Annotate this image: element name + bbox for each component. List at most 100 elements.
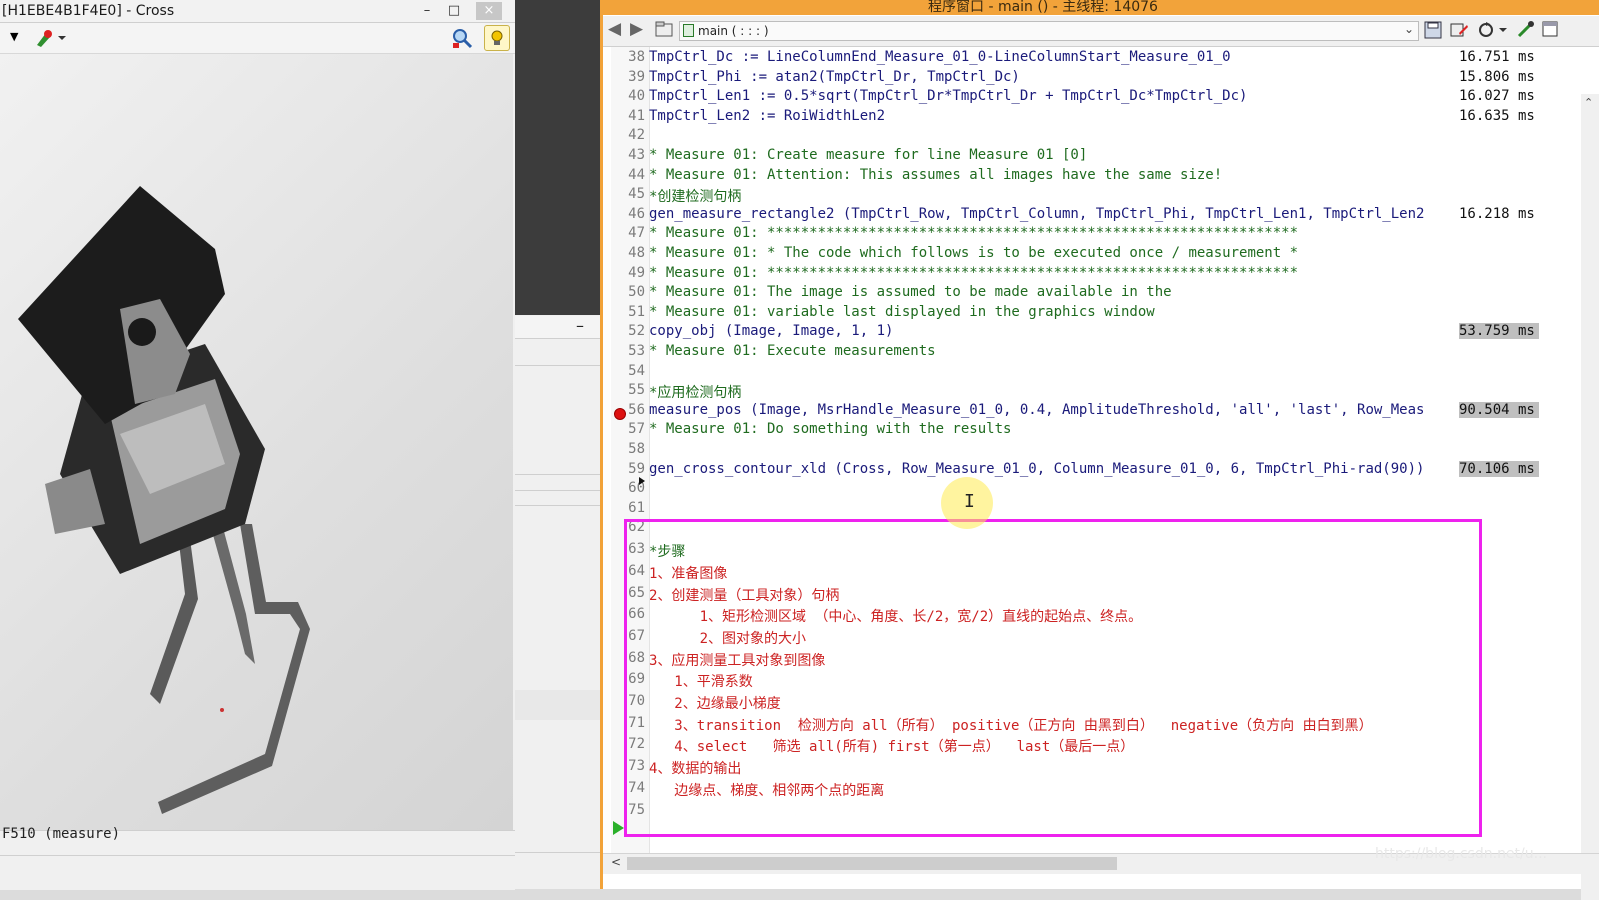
line-number: 42 [628, 127, 645, 143]
insert-cursor-icon [639, 477, 645, 485]
code-line[interactable]: 47 * Measure 01: ************************… [603, 225, 1543, 245]
code-line[interactable]: 49 * Measure 01: ************************… [603, 265, 1543, 285]
image-canvas[interactable] [0, 54, 513, 830]
program-counter-icon [613, 821, 624, 835]
middle-dark-area [515, 0, 600, 315]
code-text: TmpCtrl_Len2 := RoiWidthLen2 [649, 108, 886, 124]
collapse-button[interactable]: – [576, 316, 584, 335]
code-text: gen_measure_rectangle2 (TmpCtrl_Row, Tmp… [649, 206, 1425, 222]
watermark: https://blog.csdn.net/u... [1375, 846, 1547, 862]
code-line[interactable]: 39 TmpCtrl_Phi := atan2(TmpCtrl_Dr, TmpCt… [603, 69, 1543, 89]
code-line[interactable]: 61 [603, 500, 1543, 520]
close-button[interactable]: × [476, 2, 502, 20]
settings-tool-icon[interactable] [1517, 20, 1535, 43]
line-number: 50 [628, 284, 645, 300]
code-line[interactable]: 46 gen_measure_rectangle2 (TmpCtrl_Row, T… [603, 206, 1543, 226]
code-text: gen_cross_contour_xld (Cross, Row_Measur… [649, 461, 1425, 477]
code-line[interactable]: 56 measure_pos (Image, MsrHandle_Measure_… [603, 402, 1543, 422]
divider [515, 505, 600, 506]
code-line[interactable]: 52 copy_obj (Image, Image, 1, 1) 53.759 ms [603, 323, 1543, 343]
scrollbar-thumb[interactable] [627, 857, 1117, 870]
save-icon[interactable] [1424, 21, 1442, 44]
line-number: 41 [628, 108, 645, 124]
edit-tool-icon[interactable] [1449, 21, 1469, 44]
vertical-scrollbar[interactable]: ⌃ [1581, 94, 1599, 900]
graphics-window-title: [H1EBE4B1F4E0] - Cross [2, 3, 175, 19]
program-window-title: 程序窗口 - main () - 主线程: 14076 [928, 0, 1158, 15]
code-text: copy_obj (Image, Image, 1, 1) [649, 323, 894, 339]
code-text: * Measure 01: Attention: This assumes al… [649, 167, 1223, 183]
execution-time: 16.751 ms [1459, 49, 1539, 65]
code-line[interactable]: 53 * Measure 01: Execute measurements [603, 343, 1543, 363]
scroll-up-icon[interactable]: ⌃ [1584, 96, 1593, 109]
code-line[interactable]: 41 TmpCtrl_Len2 := RoiWidthLen2 16.635 ms [603, 108, 1543, 128]
program-window: 程序窗口 - main () - 主线程: 14076 ◀ ▶ main ( :… [600, 0, 1599, 900]
code-line[interactable]: 58 [603, 441, 1543, 461]
code-line[interactable]: 55 *应用检测句柄 [603, 382, 1543, 402]
text-cursor-icon: I [964, 491, 975, 512]
graphics-window-titlebar[interactable]: [H1EBE4B1F4E0] - Cross – □ × [0, 0, 515, 23]
code-line[interactable]: 59 gen_cross_contour_xld (Cross, Row_Meas… [603, 461, 1543, 481]
code-text: * Measure 01: **************************… [649, 265, 1299, 281]
dropdown-arrow-icon[interactable]: ▼ [10, 27, 18, 47]
divider [515, 365, 600, 366]
line-number: 48 [628, 245, 645, 261]
back-arrow-icon[interactable]: ◀ [608, 19, 621, 39]
graphics-status-bar: F510 (measure) [0, 826, 515, 855]
code-editor[interactable]: 38 TmpCtrl_Dc := LineColumnEnd_Measure_01… [603, 47, 1599, 900]
execution-time: 16.218 ms [1459, 206, 1539, 222]
procedure-icon[interactable] [655, 20, 673, 43]
line-number: 58 [628, 441, 645, 457]
execution-time: 90.504 ms [1459, 402, 1539, 418]
forward-arrow-icon[interactable]: ▶ [630, 19, 643, 39]
code-line[interactable]: 50 * Measure 01: The image is assumed to … [603, 284, 1543, 304]
switch-image [18, 186, 310, 814]
line-number: 46 [628, 206, 645, 222]
line-number: 38 [628, 49, 645, 65]
graphics-window: [H1EBE4B1F4E0] - Cross – □ × ▼ F510 (mea… [0, 0, 515, 890]
program-toolbar: ◀ ▶ main ( : : : ) ⌄ [603, 16, 1599, 47]
line-number: 40 [628, 88, 645, 104]
line-number: 43 [628, 147, 645, 163]
code-line[interactable]: 45 *创建检测句柄 [603, 186, 1543, 206]
code-line[interactable]: 43 * Measure 01: Create measure for line … [603, 147, 1543, 167]
line-number: 39 [628, 69, 645, 85]
code-line[interactable]: 54 [603, 363, 1543, 383]
line-number: 59 [628, 461, 645, 477]
middle-panel-header: – [515, 316, 600, 339]
refresh-icon[interactable] [1477, 20, 1509, 45]
line-number: 47 [628, 225, 645, 241]
procedure-select[interactable]: main ( : : : ) ⌄ [679, 21, 1419, 41]
code-text: * Measure 01: Execute measurements [649, 343, 936, 359]
chevron-down-icon[interactable]: ⌄ [1404, 22, 1414, 36]
lightbulb-icon[interactable] [484, 25, 510, 51]
line-number: 52 [628, 323, 645, 339]
procedure-label: main ( : : : ) [698, 24, 769, 38]
code-line[interactable]: 44 * Measure 01: Attention: This assumes … [603, 167, 1543, 187]
code-line[interactable]: 60 [603, 480, 1543, 500]
line-number: 51 [628, 304, 645, 320]
line-number: 54 [628, 363, 645, 379]
divider [515, 474, 600, 475]
divider [515, 852, 600, 853]
line-number: 55 [628, 382, 645, 398]
breakpoint-icon[interactable] [614, 408, 626, 420]
code-line[interactable]: 40 TmpCtrl_Len1 := 0.5*sqrt(TmpCtrl_Dr*Tm… [603, 88, 1543, 108]
code-line[interactable]: 48 * Measure 01: * The code which follows… [603, 245, 1543, 265]
code-line[interactable]: 51 * Measure 01: variable last displayed … [603, 304, 1543, 324]
execution-time: 15.806 ms [1459, 69, 1539, 85]
window-icon[interactable] [1541, 20, 1559, 43]
line-number: 61 [628, 500, 645, 516]
program-window-titlebar[interactable]: 程序窗口 - main () - 主线程: 14076 [603, 0, 1599, 15]
zoom-icon[interactable] [451, 27, 473, 54]
minimize-button[interactable]: – [414, 2, 440, 20]
drawing-tool-icon[interactable] [34, 27, 68, 54]
code-text: * Measure 01: variable last displayed in… [649, 304, 1155, 320]
code-line[interactable]: 57 * Measure 01: Do something with the re… [603, 421, 1543, 441]
code-line[interactable]: 38 TmpCtrl_Dc := LineColumnEnd_Measure_01… [603, 49, 1543, 69]
scroll-left-icon[interactable]: < [611, 855, 621, 869]
execution-time: 53.759 ms [1459, 323, 1539, 339]
line-number: 57 [628, 421, 645, 437]
maximize-button[interactable]: □ [441, 2, 467, 20]
code-line[interactable]: 42 [603, 127, 1543, 147]
